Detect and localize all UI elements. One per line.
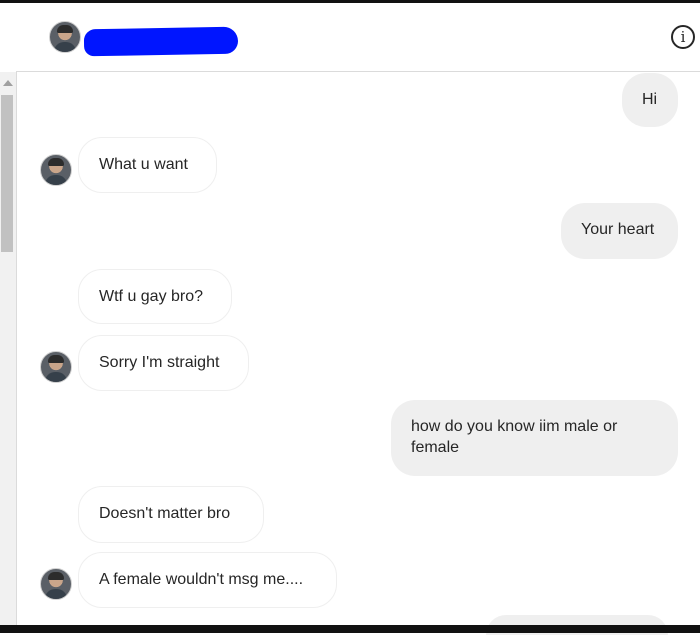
contact-avatar[interactable] xyxy=(49,21,81,53)
message-incoming[interactable]: Sorry I'm straight xyxy=(78,335,249,391)
message-outgoing[interactable]: Hi xyxy=(622,73,678,127)
message-outgoing[interactable]: how do you know iim male or female xyxy=(391,400,678,476)
sender-avatar[interactable] xyxy=(40,351,72,383)
sender-avatar[interactable] xyxy=(40,154,72,186)
redacted-username xyxy=(83,26,239,57)
message-incoming[interactable]: Wtf u gay bro? xyxy=(78,269,232,324)
message-incoming[interactable]: Doesn't matter bro xyxy=(78,486,264,543)
sender-avatar[interactable] xyxy=(40,568,72,600)
info-icon[interactable]: i xyxy=(671,25,695,49)
message-outgoing[interactable]: Your heart xyxy=(561,203,678,259)
message-incoming[interactable]: A female wouldn't msg me.... xyxy=(78,552,337,608)
message-incoming[interactable]: What u want xyxy=(78,137,217,193)
window-bottom-edge xyxy=(0,625,700,633)
scrollbar-thumb[interactable] xyxy=(1,95,13,252)
scroll-up-arrow-icon[interactable] xyxy=(3,80,13,86)
